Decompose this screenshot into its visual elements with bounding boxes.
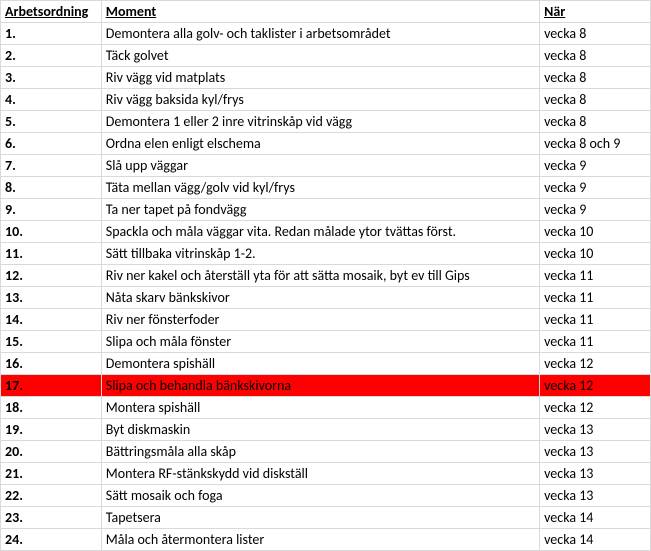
table-row: 14.Riv ner fönsterfodervecka 11: [1, 309, 651, 331]
table-row: 4.Riv vägg baksida kyl/frysvecka 8: [1, 89, 651, 111]
cell-when[interactable]: vecka 13: [540, 441, 651, 463]
cell-order[interactable]: 3.: [1, 67, 102, 89]
cell-when[interactable]: vecka 13: [540, 463, 651, 485]
table-row: 12.Riv ner kakel och återställ yta för a…: [1, 265, 651, 287]
cell-order[interactable]: 4.: [1, 89, 102, 111]
cell-moment[interactable]: Sätt tillbaka vitrinskåp 1-2.: [101, 243, 539, 265]
cell-moment[interactable]: Riv ner fönsterfoder: [101, 309, 539, 331]
cell-when[interactable]: vecka 12: [540, 353, 651, 375]
cell-moment[interactable]: Byt diskmaskin: [101, 419, 539, 441]
cell-order[interactable]: 5.: [1, 111, 102, 133]
cell-moment[interactable]: Demontera 1 eller 2 inre vitrinskåp vid …: [101, 111, 539, 133]
cell-moment[interactable]: Täta mellan vägg/golv vid kyl/frys: [101, 177, 539, 199]
cell-order[interactable]: 9.: [1, 199, 102, 221]
work-order-table: Arbetsordning Moment När 1.Demontera all…: [0, 0, 651, 551]
cell-when[interactable]: vecka 11: [540, 265, 651, 287]
cell-when[interactable]: vecka 8: [540, 89, 651, 111]
table-row: 20.Bättringsmåla alla skåpvecka 13: [1, 441, 651, 463]
header-row: Arbetsordning Moment När: [1, 1, 651, 23]
table-row: 22.Sätt mosaik och fogavecka 13: [1, 485, 651, 507]
cell-moment[interactable]: Måla och återmontera lister: [101, 529, 539, 551]
cell-when[interactable]: vecka 8: [540, 67, 651, 89]
table-row: 1.Demontera alla golv- och taklister i a…: [1, 23, 651, 45]
cell-order[interactable]: 17.: [1, 375, 102, 397]
cell-when[interactable]: vecka 12: [540, 397, 651, 419]
header-order[interactable]: Arbetsordning: [1, 1, 102, 23]
cell-moment[interactable]: Riv vägg vid matplats: [101, 67, 539, 89]
cell-when[interactable]: vecka 12: [540, 375, 651, 397]
cell-when[interactable]: vecka 11: [540, 287, 651, 309]
table-row: 2.Täck golvetvecka 8: [1, 45, 651, 67]
cell-moment[interactable]: Slipa och måla fönster: [101, 331, 539, 353]
cell-order[interactable]: 6.: [1, 133, 102, 155]
cell-order[interactable]: 15.: [1, 331, 102, 353]
table-row: 18.Montera spishällvecka 12: [1, 397, 651, 419]
cell-when[interactable]: vecka 8: [540, 23, 651, 45]
cell-order[interactable]: 16.: [1, 353, 102, 375]
table-row: 7.Slå upp väggarvecka 9: [1, 155, 651, 177]
cell-when[interactable]: vecka 10: [540, 243, 651, 265]
cell-moment[interactable]: Nåta skarv bänkskivor: [101, 287, 539, 309]
cell-moment[interactable]: Montera spishäll: [101, 397, 539, 419]
table-row: 3.Riv vägg vid matplatsvecka 8: [1, 67, 651, 89]
cell-moment[interactable]: Riv vägg baksida kyl/frys: [101, 89, 539, 111]
header-when[interactable]: När: [540, 1, 651, 23]
table-row: 10.Spackla och måla väggar vita. Redan m…: [1, 221, 651, 243]
cell-order[interactable]: 20.: [1, 441, 102, 463]
cell-order[interactable]: 19.: [1, 419, 102, 441]
cell-order[interactable]: 13.: [1, 287, 102, 309]
cell-moment[interactable]: Slipa och behandla bänkskivorna: [101, 375, 539, 397]
cell-moment[interactable]: Spackla och måla väggar vita. Redan måla…: [101, 221, 539, 243]
table-row: 11.Sätt tillbaka vitrinskåp 1-2.vecka 10: [1, 243, 651, 265]
cell-order[interactable]: 12.: [1, 265, 102, 287]
cell-moment[interactable]: Montera RF-stänkskydd vid diskställ: [101, 463, 539, 485]
cell-when[interactable]: vecka 13: [540, 485, 651, 507]
table-row: 8.Täta mellan vägg/golv vid kyl/frysveck…: [1, 177, 651, 199]
cell-moment[interactable]: Demontera alla golv- och taklister i arb…: [101, 23, 539, 45]
cell-when[interactable]: vecka 11: [540, 309, 651, 331]
cell-when[interactable]: vecka 9: [540, 199, 651, 221]
cell-order[interactable]: 2.: [1, 45, 102, 67]
cell-order[interactable]: 14.: [1, 309, 102, 331]
table-row: 6.Ordna elen enligt elschemavecka 8 och …: [1, 133, 651, 155]
cell-when[interactable]: vecka 10: [540, 221, 651, 243]
table-row: 5.Demontera 1 eller 2 inre vitrinskåp vi…: [1, 111, 651, 133]
cell-order[interactable]: 21.: [1, 463, 102, 485]
cell-order[interactable]: 22.: [1, 485, 102, 507]
cell-order[interactable]: 24.: [1, 529, 102, 551]
cell-order[interactable]: 1.: [1, 23, 102, 45]
cell-when[interactable]: vecka 8: [540, 45, 651, 67]
cell-when[interactable]: vecka 8 och 9: [540, 133, 651, 155]
table-row: 13.Nåta skarv bänkskivorvecka 11: [1, 287, 651, 309]
table-row: 9.Ta ner tapet på fondväggvecka 9: [1, 199, 651, 221]
cell-moment[interactable]: Ordna elen enligt elschema: [101, 133, 539, 155]
cell-when[interactable]: vecka 14: [540, 529, 651, 551]
cell-order[interactable]: 8.: [1, 177, 102, 199]
cell-when[interactable]: vecka 13: [540, 419, 651, 441]
cell-order[interactable]: 18.: [1, 397, 102, 419]
table-row: 15.Slipa och måla fönstervecka 11: [1, 331, 651, 353]
table-row: 21.Montera RF-stänkskydd vid diskställve…: [1, 463, 651, 485]
table-row: 24.Måla och återmontera listervecka 14: [1, 529, 651, 551]
table-row: 16.Demontera spishällvecka 12: [1, 353, 651, 375]
cell-moment[interactable]: Riv ner kakel och återställ yta för att …: [101, 265, 539, 287]
cell-order[interactable]: 10.: [1, 221, 102, 243]
cell-moment[interactable]: Slå upp väggar: [101, 155, 539, 177]
cell-moment[interactable]: Demontera spishäll: [101, 353, 539, 375]
table-row: 19.Byt diskmaskinvecka 13: [1, 419, 651, 441]
header-moment[interactable]: Moment: [101, 1, 539, 23]
cell-moment[interactable]: Täck golvet: [101, 45, 539, 67]
cell-order[interactable]: 11.: [1, 243, 102, 265]
cell-when[interactable]: vecka 9: [540, 155, 651, 177]
cell-order[interactable]: 7.: [1, 155, 102, 177]
cell-when[interactable]: vecka 9: [540, 177, 651, 199]
cell-when[interactable]: vecka 8: [540, 111, 651, 133]
cell-moment[interactable]: Bättringsmåla alla skåp: [101, 441, 539, 463]
table-row: 17.Slipa och behandla bänkskivornavecka …: [1, 375, 651, 397]
cell-moment[interactable]: Ta ner tapet på fondvägg: [101, 199, 539, 221]
cell-moment[interactable]: Sätt mosaik och foga: [101, 485, 539, 507]
cell-when[interactable]: vecka 11: [540, 331, 651, 353]
